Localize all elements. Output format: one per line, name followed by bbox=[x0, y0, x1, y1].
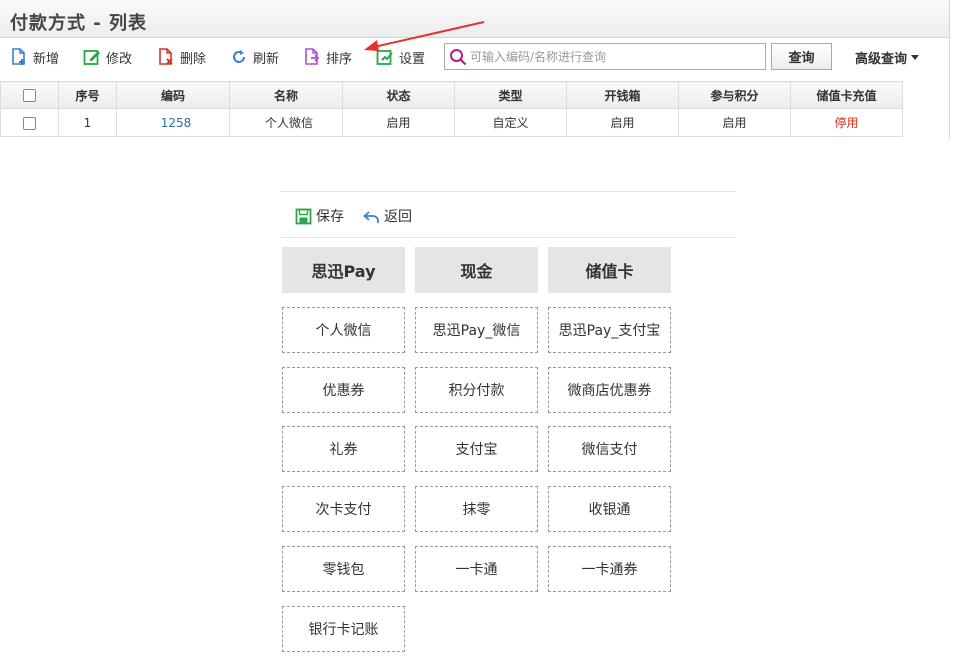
select-all-cell bbox=[0, 81, 59, 109]
advanced-query-dropdown[interactable]: 高级查询 bbox=[855, 48, 920, 67]
cell-name: 个人微信 bbox=[229, 108, 343, 137]
payment-item[interactable]: 思迅Pay_支付宝 bbox=[548, 307, 671, 353]
delete-file-icon bbox=[159, 48, 173, 65]
add-label: 新增 bbox=[33, 51, 60, 67]
refresh-icon bbox=[233, 50, 245, 63]
settings-label: 设置 bbox=[399, 51, 426, 67]
column-header[interactable]: 序号 bbox=[58, 81, 117, 109]
payment-item[interactable]: 个人微信 bbox=[282, 307, 405, 353]
payment-item[interactable]: 次卡支付 bbox=[282, 486, 405, 532]
add-button[interactable]: 新增 bbox=[10, 47, 59, 67]
save-label: 保存 bbox=[316, 209, 344, 225]
edit-label: 修改 bbox=[106, 51, 133, 67]
sort-file-icon bbox=[305, 48, 320, 65]
panel-top-divider bbox=[280, 191, 736, 192]
panel-toolbar-divider bbox=[280, 237, 736, 238]
back-label: 返回 bbox=[384, 209, 412, 225]
edit-icon bbox=[83, 50, 100, 65]
payment-item[interactable]: 思迅Pay_微信 bbox=[415, 307, 538, 353]
payment-item[interactable]: 一卡通券 bbox=[548, 546, 671, 592]
toolbar: 新增 修改 删除 刷新 排序 设置 查询 高级查询 bbox=[0, 38, 950, 76]
table-header-row: 序号 编码 名称 状态 类型 开钱箱 参与积分 储值卡充值 bbox=[0, 81, 903, 109]
column-header[interactable]: 编码 bbox=[116, 81, 230, 109]
grid-right-border bbox=[949, 38, 950, 138]
payment-item[interactable]: 一卡通 bbox=[415, 546, 538, 592]
payment-item[interactable]: 优惠券 bbox=[282, 367, 405, 413]
add-file-icon bbox=[12, 48, 25, 65]
column-header[interactable]: 参与积分 bbox=[678, 81, 791, 109]
column-header[interactable]: 储值卡充值 bbox=[790, 81, 903, 109]
edit-button[interactable]: 修改 bbox=[83, 47, 132, 67]
sort-label: 排序 bbox=[326, 51, 353, 67]
row-checkbox[interactable] bbox=[23, 116, 36, 130]
save-icon bbox=[295, 208, 312, 224]
cell-stored-value: 停用 bbox=[790, 108, 903, 137]
cell-cash-drawer: 启用 bbox=[566, 108, 679, 137]
save-button[interactable]: 保存 bbox=[295, 206, 344, 226]
settings-icon bbox=[376, 50, 393, 65]
cell-points: 启用 bbox=[678, 108, 791, 137]
back-arrow-icon bbox=[363, 210, 379, 223]
refresh-label: 刷新 bbox=[253, 51, 280, 67]
cell-type: 自定义 bbox=[454, 108, 567, 137]
payment-item[interactable]: 支付宝 bbox=[415, 426, 538, 472]
search-icon bbox=[450, 48, 467, 65]
table-row[interactable]: 1 1258 个人微信 启用 自定义 启用 启用 停用 bbox=[0, 108, 903, 137]
column-header[interactable]: 开钱箱 bbox=[566, 81, 679, 109]
delete-label: 删除 bbox=[180, 51, 207, 67]
column-header[interactable]: 名称 bbox=[229, 81, 343, 109]
page-title: 付款方式 - 列表 bbox=[10, 13, 148, 34]
payment-item[interactable]: 收银通 bbox=[548, 486, 671, 532]
query-button[interactable]: 查询 bbox=[771, 43, 832, 70]
payment-item[interactable]: 微信支付 bbox=[548, 426, 671, 472]
cell-code[interactable]: 1258 bbox=[116, 108, 230, 137]
refresh-button[interactable]: 刷新 bbox=[230, 47, 279, 67]
payment-item[interactable]: 积分付款 bbox=[415, 367, 538, 413]
search-box bbox=[444, 43, 766, 70]
search-input[interactable] bbox=[470, 49, 760, 64]
cell-status: 启用 bbox=[342, 108, 455, 137]
payment-methods-table: 序号 编码 名称 状态 类型 开钱箱 参与积分 储值卡充值 1 1258 个人微… bbox=[0, 81, 903, 137]
column-header[interactable]: 类型 bbox=[454, 81, 567, 109]
advanced-query-label: 高级查询 bbox=[855, 52, 908, 67]
payment-item[interactable]: 抹零 bbox=[415, 486, 538, 532]
category-tab[interactable]: 现金 bbox=[415, 247, 538, 293]
title-bar: 付款方式 - 列表 bbox=[0, 0, 950, 38]
payment-item[interactable]: 微商店优惠券 bbox=[548, 367, 671, 413]
category-tab[interactable]: 储值卡 bbox=[548, 247, 671, 293]
caret-down-icon bbox=[911, 55, 920, 60]
back-button[interactable]: 返回 bbox=[363, 206, 412, 226]
cell-index: 1 bbox=[58, 108, 117, 137]
column-header[interactable]: 状态 bbox=[342, 81, 455, 109]
sort-button[interactable]: 排序 bbox=[303, 47, 352, 67]
select-all-checkbox[interactable] bbox=[23, 89, 36, 102]
row-select-cell bbox=[0, 108, 59, 137]
category-tab[interactable]: 思迅Pay bbox=[282, 247, 405, 293]
delete-button[interactable]: 删除 bbox=[157, 47, 206, 67]
payment-item[interactable]: 银行卡记账 bbox=[282, 606, 405, 652]
payment-item[interactable]: 礼券 bbox=[282, 426, 405, 472]
payment-item[interactable]: 零钱包 bbox=[282, 546, 405, 592]
settings-button[interactable]: 设置 bbox=[376, 47, 425, 67]
